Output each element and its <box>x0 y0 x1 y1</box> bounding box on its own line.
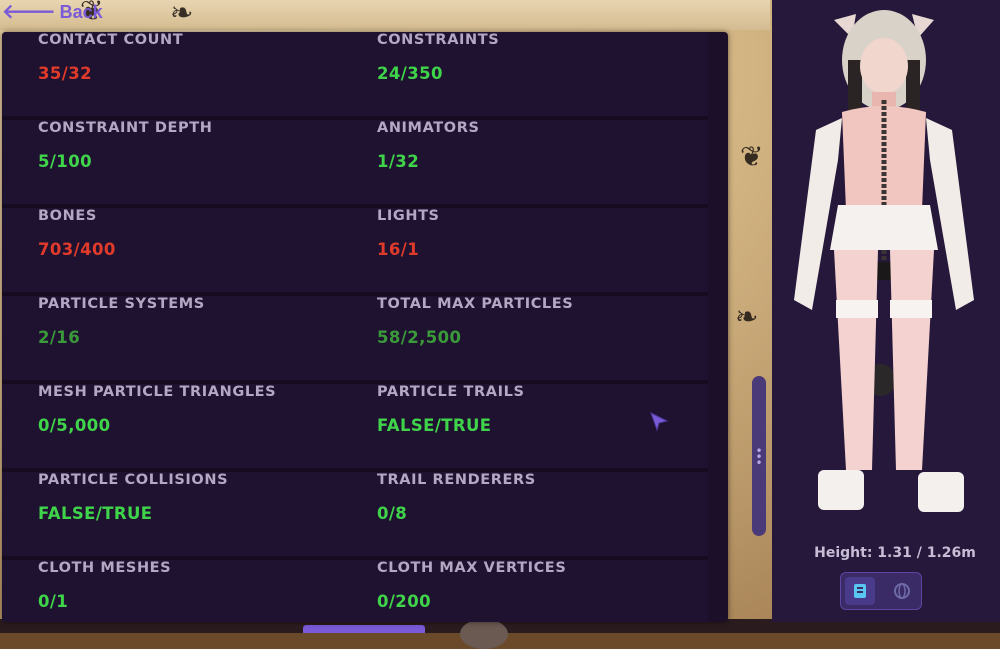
mouse-cursor-icon <box>650 411 669 432</box>
leaf-decoration: ❧ <box>170 0 194 29</box>
stat-value: 1/32 <box>377 152 420 171</box>
globe-view-button[interactable] <box>887 577 917 605</box>
stat-label: ANIMATORS <box>377 120 480 136</box>
stats-row: CONTACT COUNT 35/32 CONSTRAINTS 24/350 <box>2 32 708 120</box>
stat-cloth-max-vertices: CLOTH MAX VERTICES 0/200 <box>377 560 707 622</box>
stat-label: CLOTH MAX VERTICES <box>377 560 567 576</box>
stat-value: 58/2,500 <box>377 328 462 347</box>
stat-value: 24/350 <box>377 64 443 83</box>
stat-label: CONSTRAINTS <box>377 32 500 48</box>
stat-value: 0/1 <box>38 592 69 611</box>
stat-value: FALSE/TRUE <box>377 416 492 435</box>
details-icon <box>854 584 866 598</box>
stats-row: MESH PARTICLE TRIANGLES 0/5,000 PARTICLE… <box>2 384 708 472</box>
stat-value: 0/200 <box>377 592 431 611</box>
stat-constraint-depth: CONSTRAINT DEPTH 5/100 <box>38 120 368 200</box>
stat-label: CONTACT COUNT <box>38 32 184 48</box>
stats-row: CONSTRAINT DEPTH 5/100 ANIMATORS 1/32 <box>2 120 708 208</box>
stat-value: 16/1 <box>377 240 420 259</box>
stat-mesh-particle-triangles: MESH PARTICLE TRIANGLES 0/5,000 <box>38 384 368 464</box>
avatar-preview-panel: Height: 1.31 / 1.26m <box>772 0 1000 622</box>
stat-total-max-particles: TOTAL MAX PARTICLES 58/2,500 <box>377 296 707 376</box>
stat-particle-collisions: PARTICLE COLLISIONS FALSE/TRUE <box>38 472 368 552</box>
stats-row: CLOTH MESHES 0/1 CLOTH MAX VERTICES 0/20… <box>2 560 708 622</box>
stat-label: PARTICLE TRAILS <box>377 384 525 400</box>
bottom-tab-indicator[interactable] <box>303 625 425 633</box>
stat-constraints: CONSTRAINTS 24/350 <box>377 32 707 112</box>
globe-icon <box>894 583 910 599</box>
back-label: Back <box>59 1 103 22</box>
stat-lights: LIGHTS 16/1 <box>377 208 707 288</box>
stat-label: LIGHTS <box>377 208 440 224</box>
bottom-decoration <box>460 619 508 649</box>
stat-label: TRAIL RENDERERS <box>377 472 536 488</box>
stat-label: PARTICLE COLLISIONS <box>38 472 229 488</box>
view-toggle-group <box>840 572 922 610</box>
background-top-strip <box>0 0 770 30</box>
stat-cloth-meshes: CLOTH MESHES 0/1 <box>38 560 368 622</box>
stat-value: FALSE/TRUE <box>38 504 153 523</box>
stat-value: 0/8 <box>377 504 408 523</box>
stat-label: BONES <box>38 208 97 224</box>
stat-value: 5/100 <box>38 152 92 171</box>
stat-label: TOTAL MAX PARTICLES <box>377 296 574 312</box>
stat-contact-count: CONTACT COUNT 35/32 <box>38 32 368 112</box>
stats-row: BONES 703/400 LIGHTS 16/1 <box>2 208 708 296</box>
stat-label: CLOTH MESHES <box>38 560 172 576</box>
back-button[interactable]: 🡐 Back <box>2 0 103 24</box>
stat-value: 0/5,000 <box>38 416 111 435</box>
avatar-height-label: Height: 1.31 / 1.26m <box>814 545 976 561</box>
stat-animators: ANIMATORS 1/32 <box>377 120 707 200</box>
stat-bones: BONES 703/400 <box>38 208 368 288</box>
stat-particle-systems: PARTICLE SYSTEMS 2/16 <box>38 296 368 376</box>
stat-label: PARTICLE SYSTEMS <box>38 296 205 312</box>
stats-row: PARTICLE SYSTEMS 2/16 TOTAL MAX PARTICLE… <box>2 296 708 384</box>
details-view-button[interactable] <box>845 577 875 605</box>
arrow-left-icon: 🡐 <box>2 1 56 23</box>
stat-value: 2/16 <box>38 328 81 347</box>
grip-dots-icon: • • • <box>755 444 763 470</box>
stat-label: CONSTRAINT DEPTH <box>38 120 213 136</box>
stat-trail-renderers: TRAIL RENDERERS 0/8 <box>377 472 707 552</box>
avatar-model[interactable] <box>772 0 1000 540</box>
stat-value: 35/32 <box>38 64 92 83</box>
stat-value: 703/400 <box>38 240 116 259</box>
stats-row: PARTICLE COLLISIONS FALSE/TRUE TRAIL REN… <box>2 472 708 560</box>
performance-stats-panel: CONTACT COUNT 35/32 CONSTRAINTS 24/350 C… <box>2 32 728 622</box>
stat-label: MESH PARTICLE TRIANGLES <box>38 384 277 400</box>
